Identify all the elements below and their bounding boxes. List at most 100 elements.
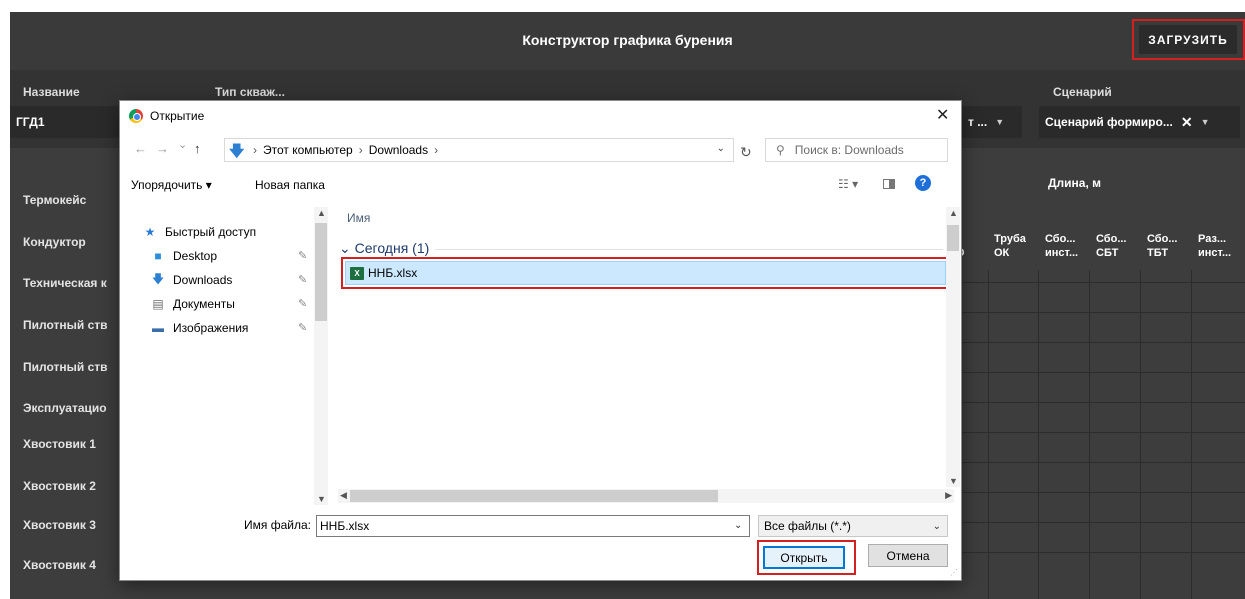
column-header-line1: Труба <box>994 233 1026 245</box>
recent-locations-icon[interactable]: ⌄ <box>178 138 187 151</box>
grid-line <box>950 522 1245 523</box>
column-header-line1: Сбо... <box>1096 233 1127 245</box>
grid-line <box>950 432 1245 433</box>
file-type-select[interactable]: Все файлы (*.*) ⌄ <box>758 515 948 537</box>
refresh-icon[interactable]: ↻ <box>740 144 752 161</box>
scroll-left-icon[interactable]: ◀ <box>340 490 347 501</box>
file-list-vertical-scrollbar[interactable]: ▲ ▼ <box>946 207 960 487</box>
search-placeholder: Поиск в: Downloads <box>794 143 904 157</box>
list-item[interactable]: X ННБ.xlsx <box>345 261 946 285</box>
up-arrow-icon[interactable]: ↑ <box>194 141 201 156</box>
sidebar-item-документы[interactable]: ▤ Документы <box>149 295 235 313</box>
load-button-highlight: ЗАГРУЗИТЬ <box>1132 19 1245 60</box>
back-arrow-icon[interactable]: ← <box>134 141 147 156</box>
chevron-down-icon[interactable]: ⌄ <box>717 143 725 154</box>
file-type-value: Все файлы (*.*) <box>764 519 851 533</box>
open-button[interactable]: Открыть <box>763 546 845 569</box>
group-header-label: Сегодня (1) <box>354 240 430 256</box>
scenario-label: Сценарий <box>1053 85 1112 99</box>
name-field[interactable]: ГГД1 <box>10 106 120 138</box>
row-label: Хвостовик 2 <box>23 479 96 493</box>
downloads-icon: 🡇 <box>151 271 165 286</box>
column-header-name[interactable]: Имя <box>347 211 370 225</box>
sidebar-item-downloads[interactable]: 🡇 Downloads <box>149 271 233 289</box>
forward-arrow-icon[interactable]: → <box>156 141 169 156</box>
row-label: Хвостовик 4 <box>23 558 96 572</box>
grid-line <box>950 342 1245 343</box>
well-type-select[interactable]: т ... ▼ <box>962 106 1022 138</box>
filename-input[interactable] <box>316 515 750 537</box>
well-type-label: Тип скваж... <box>215 85 285 99</box>
grid-line <box>1191 270 1192 599</box>
row-label: Техническая к <box>23 276 107 290</box>
new-folder-button[interactable]: Новая папка <box>255 178 325 192</box>
breadcrumb-this-pc[interactable]: Этот компьютер <box>263 143 353 157</box>
scenario-value: Сценарий формиро... <box>1045 115 1173 129</box>
breadcrumb-downloads[interactable]: Downloads <box>369 143 428 157</box>
sidebar-item-desktop[interactable]: ■ Desktop <box>149 247 217 265</box>
column-header-line2: ТБТ <box>1147 247 1169 259</box>
column-header-line2: инст... <box>1045 247 1079 259</box>
column-header[interactable]: Сбо... СБТ <box>1096 232 1126 260</box>
scrollbar-thumb[interactable] <box>947 225 959 251</box>
scroll-right-icon[interactable]: ▶ <box>945 490 952 501</box>
row-label: Кондуктор <box>23 235 86 249</box>
load-button[interactable]: ЗАГРУЗИТЬ <box>1139 25 1237 54</box>
grid-line <box>950 402 1245 403</box>
search-input[interactable]: ⚲ Поиск в: Downloads <box>765 138 948 162</box>
grid-line <box>950 492 1245 493</box>
chevron-down-icon[interactable]: ⌄ <box>734 520 742 531</box>
sidebar-item-label: Downloads <box>173 273 233 287</box>
grid-line <box>1038 270 1039 599</box>
length-header: Длина, м <box>1048 176 1102 190</box>
scenario-select[interactable]: Сценарий формиро... ✕ ▼ <box>1039 106 1240 138</box>
column-header-line2: инст... <box>1198 247 1232 259</box>
resize-grip-icon[interactable]: ⋰ <box>950 568 958 577</box>
column-header[interactable]: Сбо... инст... <box>1045 232 1078 260</box>
navigation-scrollbar[interactable]: ▲ ▼ <box>314 207 328 505</box>
help-icon[interactable]: ? <box>915 175 931 191</box>
grid-line <box>950 552 1245 553</box>
clear-icon[interactable]: ✕ <box>1181 114 1193 131</box>
sidebar-item-изображения[interactable]: ▬ Изображения <box>149 319 248 337</box>
scroll-up-icon[interactable]: ▲ <box>949 208 958 218</box>
column-header[interactable]: Сбо... ТБТ <box>1147 232 1177 260</box>
pictures-icon: ▬ <box>152 321 164 335</box>
excel-file-icon: X <box>350 266 364 280</box>
dialog-title: Открытие <box>150 109 205 123</box>
column-header[interactable]: Раз... инст... <box>1198 232 1231 260</box>
view-options-button[interactable]: ☷ ▾ <box>838 177 858 191</box>
chevron-down-icon: ▼ <box>995 117 1005 127</box>
sidebar-item-быстрый-доступ[interactable]: ★ Быстрый доступ <box>141 223 257 241</box>
navigation-pane: ★ Быстрый доступ ■ Desktop ✎ 🡇 Downloads ✎ ▤ Доку… <box>120 201 328 507</box>
pin-icon[interactable]: ✎ <box>298 273 307 286</box>
pin-icon[interactable]: ✎ <box>298 297 307 310</box>
scroll-down-icon[interactable]: ▼ <box>949 476 958 486</box>
dialog-toolbar: Упорядочить ▾ Новая папка ☷ ▾ ? <box>120 173 961 199</box>
file-list-horizontal-scrollbar[interactable]: ◀ ▶ <box>338 489 954 503</box>
column-header[interactable]: Труба ОК <box>994 232 1026 260</box>
pin-icon[interactable]: ✎ <box>298 321 307 334</box>
open-button-highlight: Открыть <box>757 540 856 575</box>
column-header-line1: Раз... <box>1198 233 1227 245</box>
row-label: Пилотный ств <box>23 360 108 374</box>
app-header: Конструктор графика бурения ЗАГРУЗИТЬ <box>10 12 1245 70</box>
scrollbar-thumb[interactable] <box>315 223 327 321</box>
organize-button[interactable]: Упорядочить ▾ <box>131 178 212 192</box>
column-header-line2: ОК <box>994 247 1010 259</box>
group-header-today[interactable]: ⌄ Сегодня (1) <box>339 240 429 257</box>
address-bar[interactable]: › Этот компьютер › Downloads › ⌄ <box>224 138 734 166</box>
scroll-down-icon[interactable]: ▼ <box>317 494 326 504</box>
column-header-line1: Сбо... <box>1147 233 1178 245</box>
open-file-dialog: Открытие ✕ ← → ⌄ ↑ › Этот компьютер › Do… <box>119 100 962 581</box>
sidebar-item-label: Изображения <box>173 321 249 335</box>
chevron-down-icon: ▼ <box>1200 117 1210 127</box>
pin-icon[interactable]: ✎ <box>298 249 307 262</box>
chrome-icon <box>129 109 143 123</box>
scrollbar-thumb[interactable] <box>350 490 718 502</box>
sidebar-item-label: Быстрый доступ <box>165 225 257 239</box>
scroll-up-icon[interactable]: ▲ <box>317 208 326 218</box>
cancel-button[interactable]: Отмена <box>868 544 948 567</box>
preview-pane-icon[interactable] <box>883 179 895 189</box>
close-button[interactable]: ✕ <box>936 105 949 125</box>
